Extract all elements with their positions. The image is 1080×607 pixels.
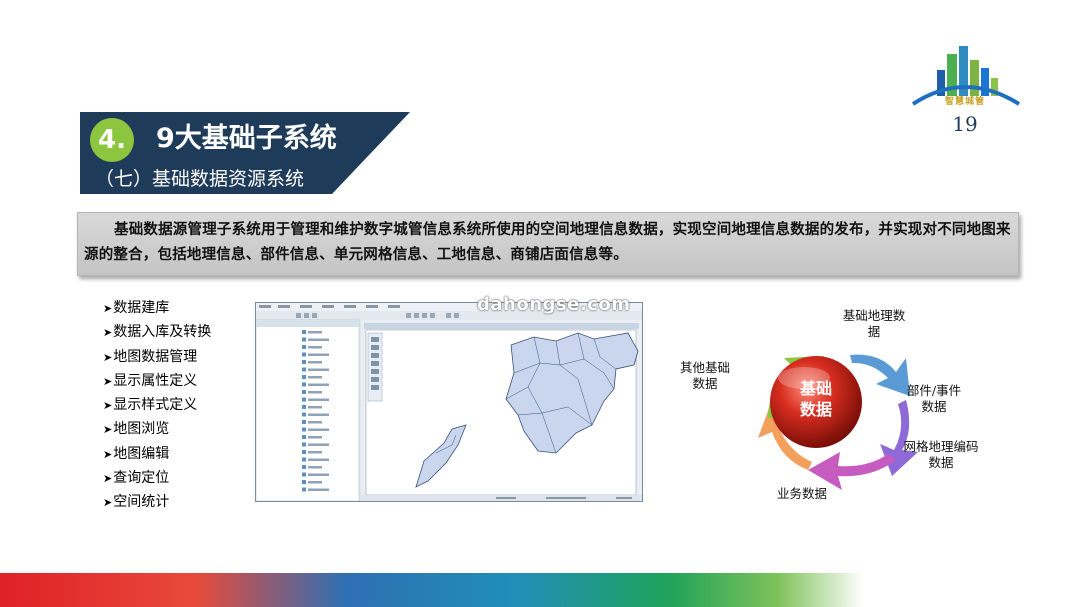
arrow-bullet-icon: ➤ [103,423,113,437]
page-number: 19 [952,112,978,136]
list-item: ➤数据入库及转换 [103,324,212,341]
arrow-bullet-icon: ➤ [103,350,113,364]
gis-app-screenshot [255,302,643,502]
description-text: 基础数据源管理子系统用于管理和维护数字城管信息系统所使用的空间地理信息数据，实现… [84,222,1011,263]
list-item: ➤空间统计 [103,494,170,511]
diagram-label-basic-geo: 基础地理数据 [842,308,906,339]
diagram-label-grid-geo: 网格地理编码 数据 [903,439,979,470]
bottom-decor-strip [0,573,1080,607]
watermark-text: dahongse.com [477,294,631,315]
arrow-bullet-icon: ➤ [103,472,113,486]
feature-list: ➤数据建库 ➤数据入库及转换 ➤地图数据管理 ➤显示属性定义 ➤显示样式定义 ➤… [103,296,211,515]
diagram-label-parts-events: 部件/事件 数据 [906,383,962,414]
arrow-bullet-icon: ➤ [103,302,113,315]
diagram-label-business: 业务数据 [776,486,827,501]
arrow-bullet-icon: ➤ [103,374,113,388]
list-item: ➤显示样式定义 [103,397,198,414]
diagram-center-label: 基础 数据 [799,379,832,419]
list-item: ➤显示属性定义 [103,372,198,389]
arrow-bullet-icon: ➤ [103,496,113,510]
list-item: ➤地图浏览 [103,421,170,438]
arrow-grid-geo [808,452,896,490]
list-item: ➤查询定位 [103,470,170,487]
arrow-bullet-icon: ➤ [103,326,113,340]
gis-app-illustration [256,303,642,501]
arrow-bullet-icon: ➤ [103,447,113,461]
section-title: 9大基础子系统 [156,123,337,154]
list-item: ➤地图数据管理 [103,348,198,365]
diagram-label-other-basic: 其他基础 数据 [679,360,730,391]
list-item: ➤数据建库 [103,300,170,316]
section-number-badge: 4. [90,118,134,162]
list-item: ➤地图编辑 [103,445,170,462]
logo-text: 智慧城管 [944,97,985,107]
section-subtitle: （七）基础数据资源系统 [95,168,305,190]
arrow-bullet-icon: ➤ [103,399,113,413]
